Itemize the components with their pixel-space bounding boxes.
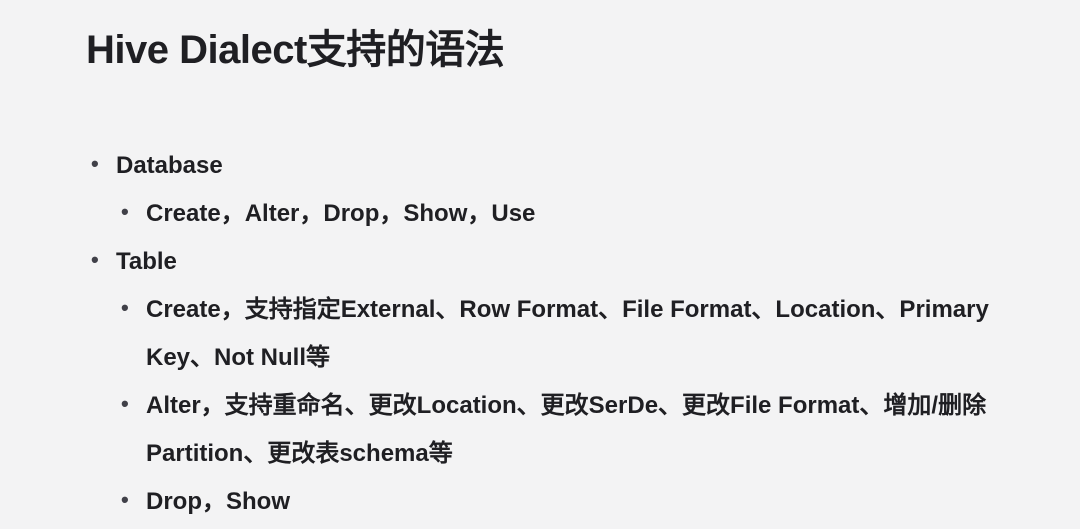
list-item-label: Database [116, 152, 223, 179]
list-item: Alter，支持重命名、更改Location、更改SerDe、更改File Fo… [116, 382, 994, 478]
list-item: Create，Alter，Drop，Show，Use [116, 190, 994, 238]
bullet-list-level2: Create，Alter，Drop，Show，Use [116, 190, 994, 238]
list-item: Table Create，支持指定External、Row Format、Fil… [86, 238, 994, 526]
list-item-label: Table [116, 248, 177, 275]
list-item-label: Create，支持指定External、Row Format、File Form… [146, 296, 989, 371]
list-item: Database Create，Alter，Drop，Show，Use [86, 142, 994, 238]
list-item: Drop，Show [116, 478, 994, 526]
list-item: Create，支持指定External、Row Format、File Form… [116, 286, 994, 382]
bullet-list-level1: Database Create，Alter，Drop，Show，Use Tabl… [86, 142, 994, 526]
list-item-label: Drop，Show [146, 488, 290, 515]
slide-title: Hive Dialect支持的语法 [86, 28, 994, 72]
bullet-list-level2: Create，支持指定External、Row Format、File Form… [116, 286, 994, 526]
list-item-label: Alter，支持重命名、更改Location、更改SerDe、更改File Fo… [146, 392, 986, 467]
list-item-label: Create，Alter，Drop，Show，Use [146, 200, 535, 227]
